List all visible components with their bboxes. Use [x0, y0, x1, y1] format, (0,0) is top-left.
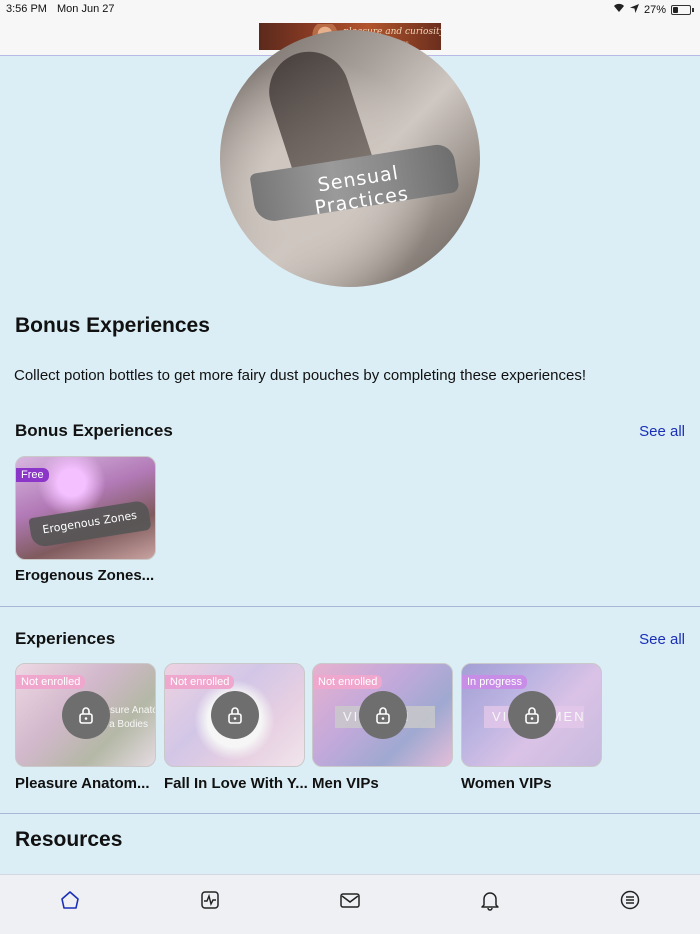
- hero-image: Sensual Practices: [220, 30, 480, 287]
- bonus-section-title: Bonus Experiences: [15, 421, 173, 440]
- experience-card-fall-in-love[interactable]: Not enrolled: [164, 663, 305, 767]
- bonus-card-label[interactable]: Erogenous Zones...: [15, 567, 154, 584]
- lock-icon: [62, 691, 110, 739]
- wifi-icon: [613, 3, 625, 16]
- tab-menu[interactable]: [619, 889, 643, 913]
- intro-text: Collect potion bottles to get more fairy…: [14, 367, 586, 384]
- page-title: Bonus Experiences: [15, 314, 210, 337]
- lock-icon: [508, 691, 556, 739]
- battery-icon: [671, 4, 691, 15]
- experience-card-pleasure-anatomy[interactable]: Pleasure Anatomy Vulva Bodies Not enroll…: [15, 663, 156, 767]
- status-bar: 3:56 PM Mon Jun 27 27%: [0, 0, 700, 20]
- experience-card-men-vips[interactable]: VIP MEN Not enrolled: [312, 663, 453, 767]
- bonus-see-all-link[interactable]: See all: [639, 423, 685, 440]
- tab-home[interactable]: [59, 889, 83, 913]
- not-enrolled-badge: Not enrolled: [165, 675, 235, 689]
- bottom-tab-bar: [0, 874, 700, 934]
- bonus-card-erogenous[interactable]: Erogenous Zones Free: [15, 456, 156, 560]
- experiences-section-title: Experiences: [15, 629, 116, 648]
- experience-card-label[interactable]: Women VIPs: [461, 775, 552, 792]
- home-icon: [61, 891, 79, 909]
- experience-card-label[interactable]: Pleasure Anatom...: [15, 775, 150, 792]
- tab-messages[interactable]: [339, 889, 363, 913]
- not-enrolled-badge: Not enrolled: [313, 675, 383, 689]
- section-divider: [0, 813, 700, 814]
- status-time: 3:56 PM: [6, 3, 47, 15]
- experience-card-label[interactable]: Men VIPs: [312, 775, 379, 792]
- bell-icon: [481, 892, 499, 911]
- free-badge: Free: [16, 468, 49, 482]
- activity-icon: [201, 891, 219, 909]
- status-date: Mon Jun 27: [57, 3, 115, 15]
- resources-title: Resources: [15, 828, 123, 851]
- mail-icon: [340, 893, 360, 908]
- in-progress-badge: In progress: [462, 675, 528, 689]
- status-right: 27%: [613, 3, 694, 16]
- lock-icon: [211, 691, 259, 739]
- experience-card-label[interactable]: Fall In Love With Y...: [164, 775, 308, 792]
- battery-tip: [692, 7, 694, 12]
- tab-notifications[interactable]: [479, 889, 503, 913]
- location-arrow-icon: [629, 3, 639, 16]
- section-divider: [0, 606, 700, 607]
- experience-card-women-vips[interactable]: VIP WOMEN In progress: [461, 663, 602, 767]
- tab-activity[interactable]: [199, 889, 223, 913]
- battery-percent: 27%: [643, 3, 666, 16]
- not-enrolled-badge: Not enrolled: [16, 675, 86, 689]
- experiences-see-all-link[interactable]: See all: [639, 631, 685, 648]
- lock-icon: [359, 691, 407, 739]
- menu-list-icon: [620, 890, 640, 910]
